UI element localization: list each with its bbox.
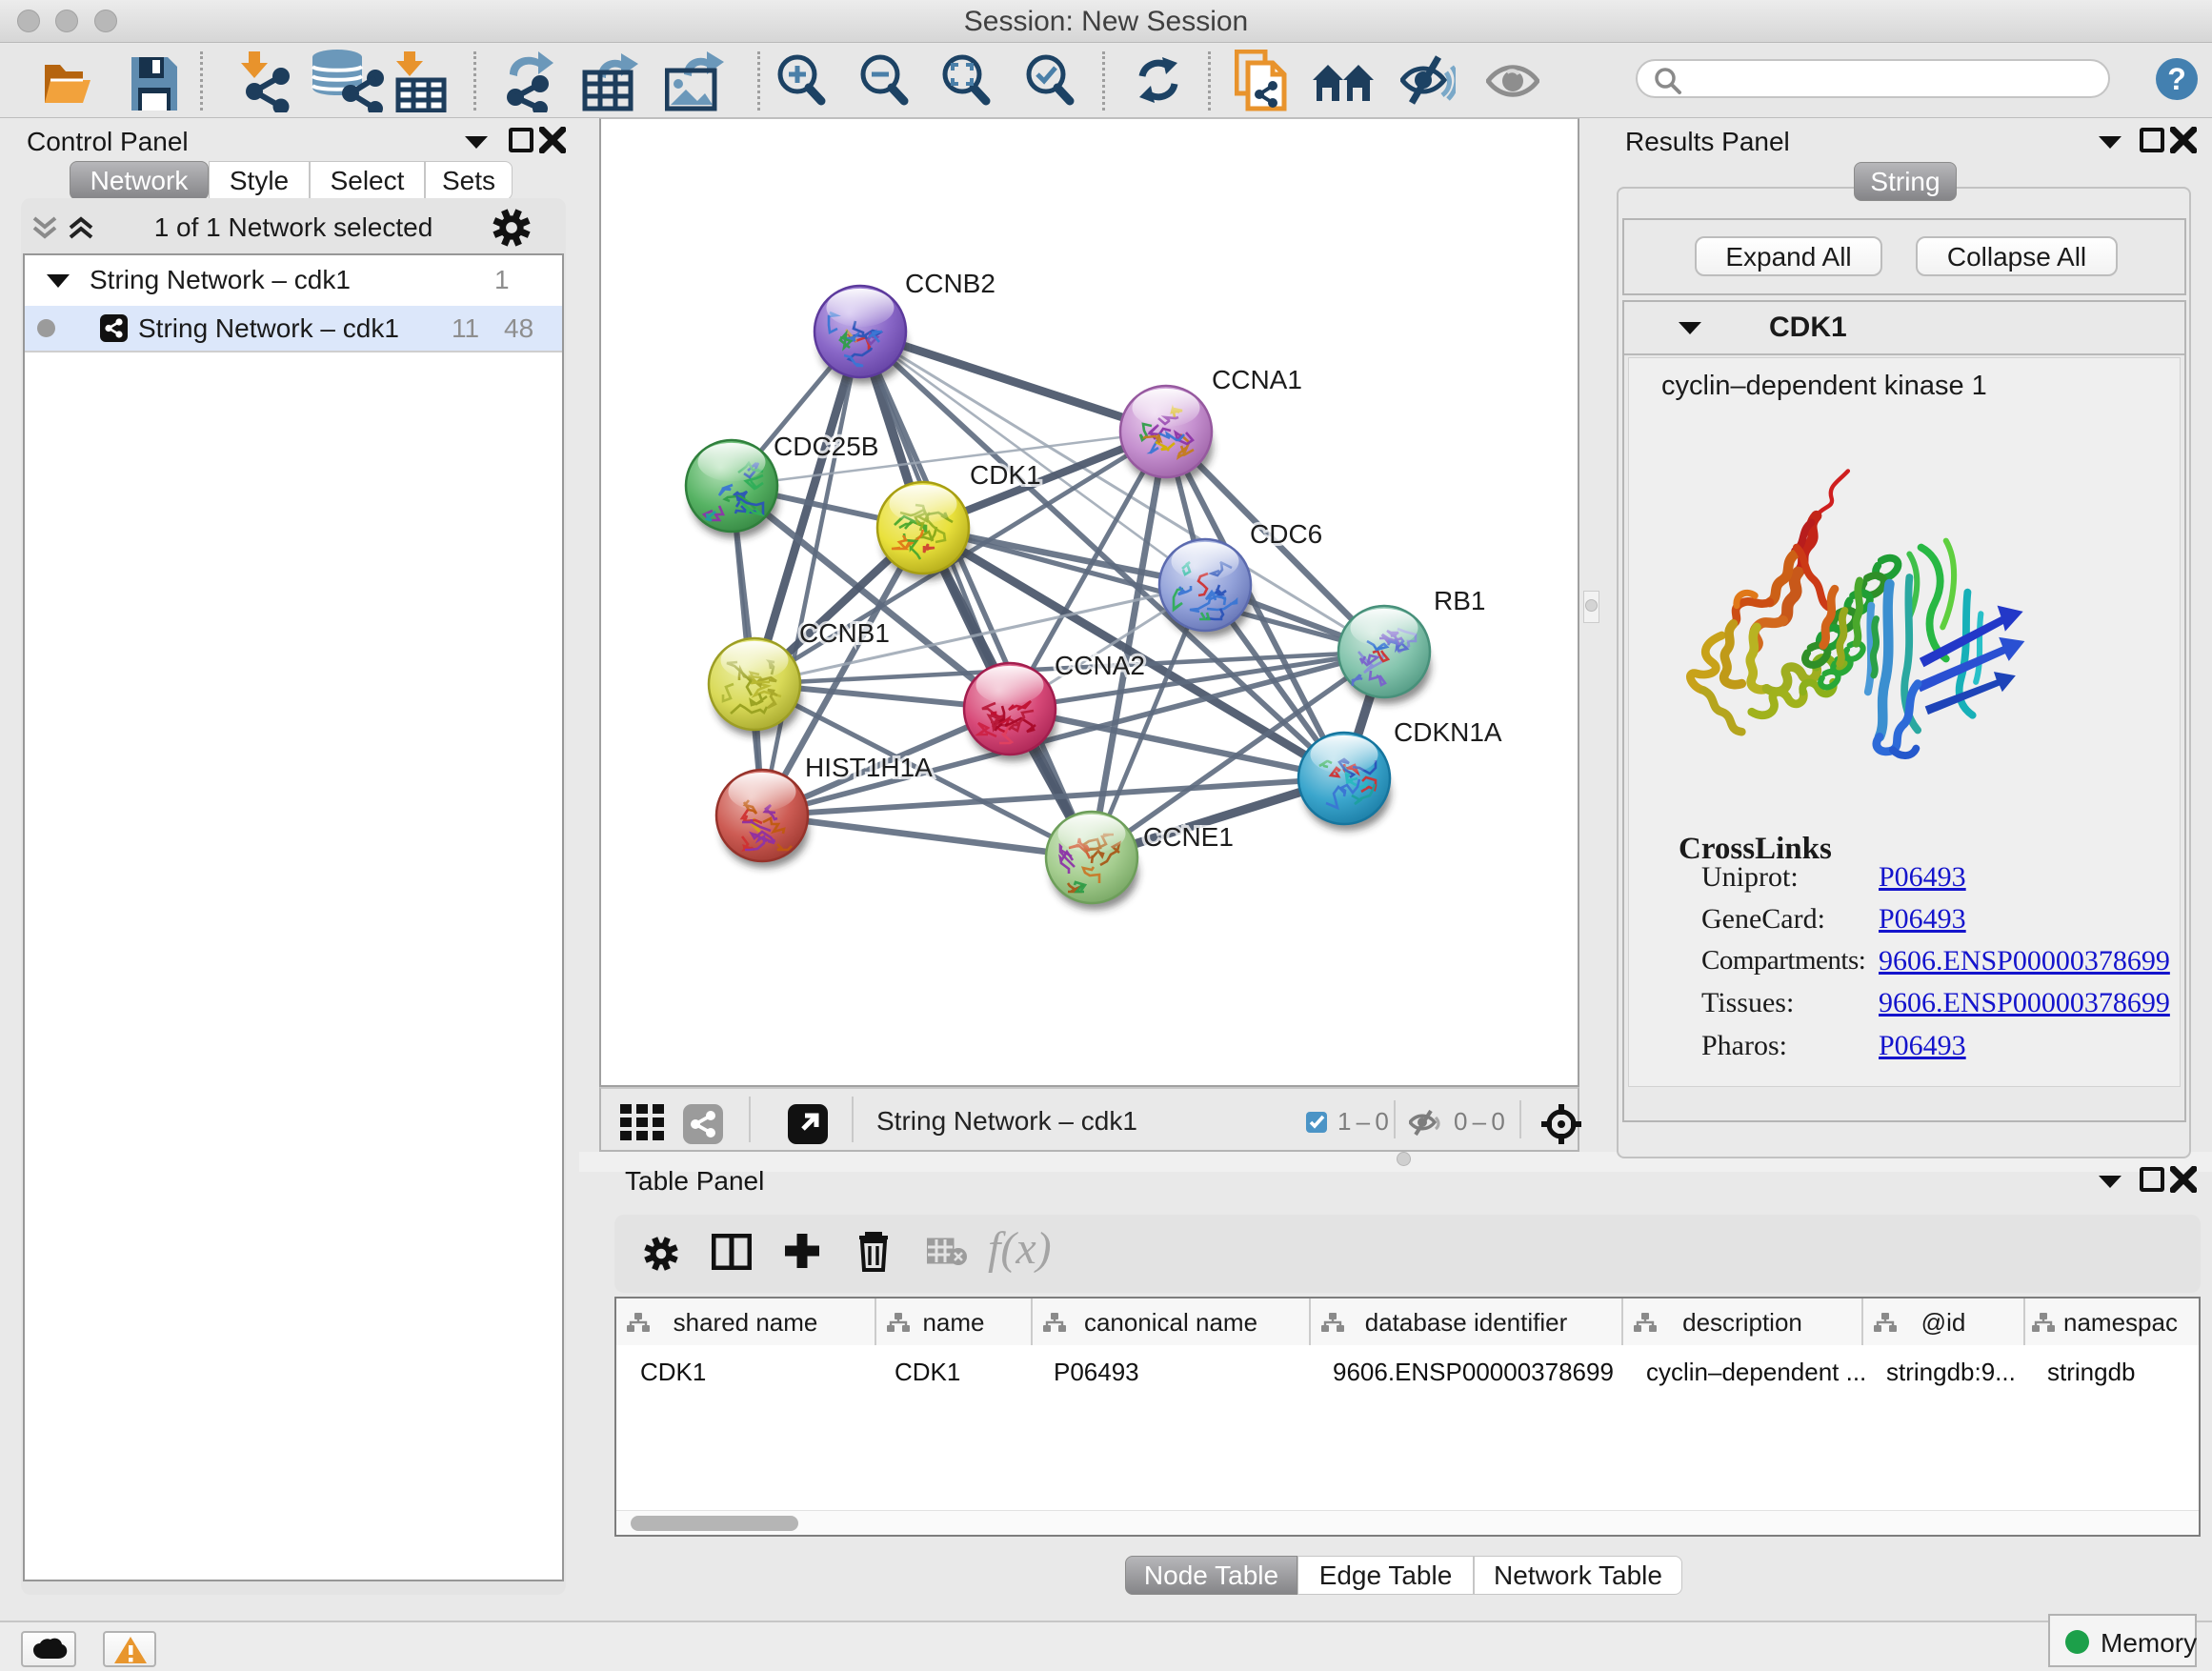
svg-text:CDKN1A: CDKN1A bbox=[1394, 717, 1502, 747]
svg-text:CCNB1: CCNB1 bbox=[799, 618, 890, 648]
svg-text:CDC6: CDC6 bbox=[1250, 519, 1322, 549]
svg-text:CCNE1: CCNE1 bbox=[1143, 822, 1234, 852]
svg-text:HIST1H1A: HIST1H1A bbox=[805, 753, 933, 782]
svg-text:CCNB2: CCNB2 bbox=[905, 269, 995, 298]
svg-text:CDC25B: CDC25B bbox=[774, 432, 878, 461]
svg-text:CCNA2: CCNA2 bbox=[1055, 651, 1145, 680]
svg-text:CCNA1: CCNA1 bbox=[1212, 365, 1302, 394]
svg-text:CDK1: CDK1 bbox=[970, 460, 1041, 490]
svg-text:RB1: RB1 bbox=[1434, 586, 1485, 615]
